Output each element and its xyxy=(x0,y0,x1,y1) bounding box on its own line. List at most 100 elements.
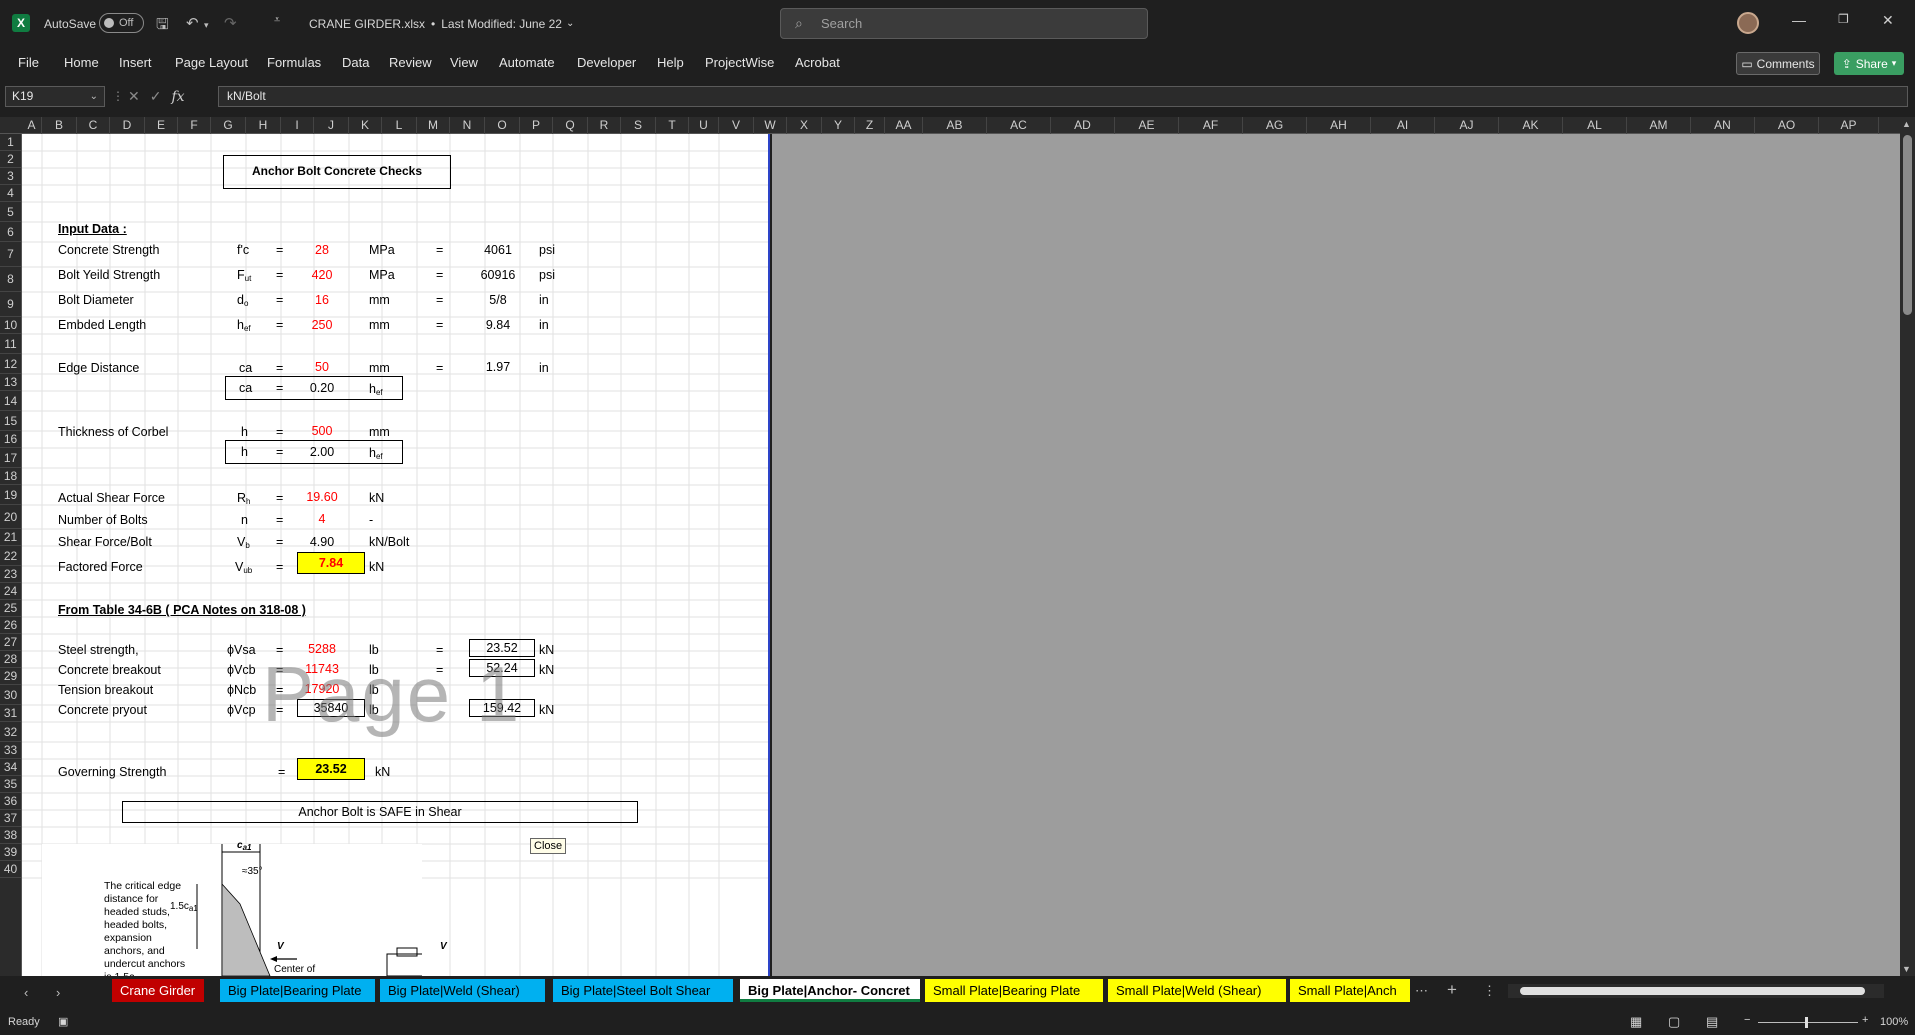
column-header[interactable]: S xyxy=(621,117,656,134)
column-header[interactable]: P xyxy=(520,117,553,134)
force-unit[interactable]: kN/Bolt xyxy=(369,534,409,550)
undo-icon[interactable]: ↶ xyxy=(186,14,199,32)
horizontal-scrollbar[interactable] xyxy=(1508,984,1884,998)
row-header[interactable]: 11 xyxy=(0,334,21,354)
column-header[interactable]: AG xyxy=(1243,117,1307,134)
zoom-slider[interactable] xyxy=(1758,1022,1858,1023)
row-header[interactable]: 35 xyxy=(0,776,21,793)
input-value[interactable]: 250 xyxy=(294,317,350,333)
sheet-tab[interactable]: Big Plate|Anchor- Concret xyxy=(740,979,920,1002)
input-value[interactable]: 16 xyxy=(294,292,350,308)
row-header[interactable]: 14 xyxy=(0,391,21,411)
column-header[interactable]: Q xyxy=(553,117,588,134)
search-input[interactable]: ⌕ Search xyxy=(780,8,1148,39)
row-header[interactable]: 7 xyxy=(0,242,21,267)
row-header[interactable]: 1 xyxy=(0,134,21,151)
row-header[interactable]: 3 xyxy=(0,168,21,185)
add-sheet-icon[interactable]: + xyxy=(1447,980,1457,1000)
share-button[interactable]: ⇪ Share ▾ xyxy=(1834,52,1904,75)
sheet-tab[interactable]: Small Plate|Anch xyxy=(1290,979,1410,1002)
input-value[interactable]: 28 xyxy=(294,242,350,258)
corbel-value[interactable]: 500 xyxy=(294,423,350,439)
sheet-tab[interactable]: Big Plate|Steel Bolt Shear xyxy=(553,979,733,1002)
comments-button[interactable]: ▭ Comments xyxy=(1736,52,1820,75)
row-header[interactable]: 37 xyxy=(0,810,21,827)
formula-input[interactable]: kN/Bolt xyxy=(218,86,1908,107)
input-value[interactable]: 420 xyxy=(294,267,350,283)
tab-home[interactable]: Home xyxy=(64,55,99,70)
accessibility-icon[interactable]: ▣ xyxy=(58,1015,68,1028)
column-header[interactable]: AF xyxy=(1179,117,1243,134)
column-header[interactable]: G xyxy=(211,117,246,134)
row-header[interactable]: 34 xyxy=(0,759,21,776)
normal-view-icon[interactable]: ▦ xyxy=(1630,1014,1642,1030)
force-value[interactable]: 4 xyxy=(294,511,350,527)
row-header[interactable]: 22 xyxy=(0,546,21,566)
column-header[interactable]: H xyxy=(246,117,281,134)
row-header[interactable]: 6 xyxy=(0,222,21,242)
column-header[interactable]: R xyxy=(588,117,621,134)
row-header[interactable]: 8 xyxy=(0,267,21,292)
column-header[interactable]: L xyxy=(382,117,417,134)
column-header[interactable]: AE xyxy=(1115,117,1179,134)
row-header[interactable]: 38 xyxy=(0,827,21,844)
tab-automate[interactable]: Automate xyxy=(499,55,555,70)
row-header[interactable]: 40 xyxy=(0,861,21,878)
vertical-scrollbar[interactable]: ▲ ▼ xyxy=(1900,117,1915,976)
column-header[interactable]: I xyxy=(281,117,314,134)
enter-icon[interactable]: ✓ xyxy=(150,88,162,105)
column-header[interactable]: E xyxy=(145,117,178,134)
column-header[interactable]: Y xyxy=(822,117,855,134)
column-header[interactable]: A xyxy=(22,117,42,134)
sheet-options-icon[interactable]: ⋮ xyxy=(1483,983,1496,999)
sheet-tab[interactable]: Small Plate|Bearing Plate xyxy=(925,979,1103,1002)
column-header[interactable]: AL xyxy=(1563,117,1627,134)
row-header[interactable]: 9 xyxy=(0,292,21,317)
column-header[interactable]: J xyxy=(314,117,349,134)
tab-file[interactable]: File xyxy=(18,55,39,70)
name-box[interactable]: K19 ⌄ xyxy=(5,86,105,107)
customize-toolbar-icon[interactable]: ⩡ xyxy=(274,14,280,27)
tab-help[interactable]: Help xyxy=(657,55,684,70)
page-layout-view-icon[interactable]: ▢ xyxy=(1668,1014,1680,1030)
file-title[interactable]: CRANE GIRDER.xlsx • Last Modified: June … xyxy=(309,0,574,47)
tab-projectwise[interactable]: ProjectWise xyxy=(705,55,774,70)
zoom-out-icon[interactable]: − xyxy=(1744,1014,1750,1026)
outside-print-area[interactable] xyxy=(772,134,1900,976)
sheet-tab[interactable]: Big Plate|Weld (Shear) xyxy=(380,979,545,1002)
prev-sheet-icon[interactable]: ‹ xyxy=(24,985,28,1000)
save-icon[interactable]: 🖫 xyxy=(156,14,169,39)
column-header[interactable]: AA xyxy=(885,117,923,134)
row-header[interactable]: 39 xyxy=(0,844,21,861)
row-header[interactable]: 33 xyxy=(0,742,21,759)
tab-acrobat[interactable]: Acrobat xyxy=(795,55,840,70)
column-header[interactable]: AM xyxy=(1627,117,1691,134)
column-header[interactable]: AP xyxy=(1819,117,1879,134)
sheet-tab[interactable]: Crane Girder xyxy=(112,979,204,1002)
close-button[interactable]: Close xyxy=(530,838,567,854)
column-header[interactable]: D xyxy=(110,117,145,134)
hscroll-thumb[interactable] xyxy=(1520,987,1865,995)
row-header[interactable]: 13 xyxy=(0,374,21,391)
zoom-slider-thumb[interactable] xyxy=(1805,1017,1808,1028)
column-header[interactable]: K xyxy=(349,117,382,134)
row-header[interactable]: 31 xyxy=(0,705,21,722)
column-header[interactable]: AK xyxy=(1499,117,1563,134)
column-header[interactable]: N xyxy=(450,117,485,134)
autosave-toggle[interactable]: Off xyxy=(99,13,144,33)
row-header[interactable]: 5 xyxy=(0,202,21,222)
column-header[interactable]: T xyxy=(656,117,689,134)
tab-formulas[interactable]: Formulas xyxy=(267,55,321,70)
row-header[interactable]: 26 xyxy=(0,617,21,634)
restore-icon[interactable]: ❐ xyxy=(1838,12,1849,26)
tab-review[interactable]: Review xyxy=(389,55,432,70)
row-header[interactable]: 29 xyxy=(0,668,21,685)
column-header[interactable]: AB xyxy=(923,117,987,134)
column-header[interactable]: AN xyxy=(1691,117,1755,134)
minimize-icon[interactable]: — xyxy=(1792,12,1806,28)
redo-icon[interactable]: ↷ xyxy=(224,14,237,32)
row-header[interactable]: 4 xyxy=(0,185,21,202)
insert-function-icon[interactable]: fx xyxy=(171,89,184,105)
row-header[interactable]: 28 xyxy=(0,651,21,668)
row-header[interactable]: 15 xyxy=(0,411,21,431)
